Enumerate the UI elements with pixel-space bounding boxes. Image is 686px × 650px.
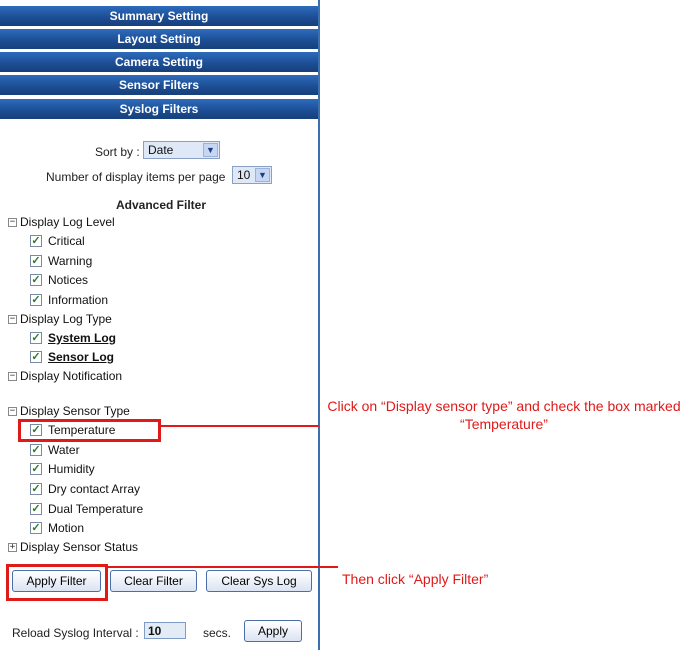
collapse-icon[interactable]: −	[8, 217, 17, 227]
collapse-icon[interactable]: −	[8, 314, 17, 324]
items-per-page-select[interactable]: 10 ▼	[232, 166, 272, 184]
checkbox-water[interactable]: ✓ Water	[30, 443, 80, 457]
callout-sensor-type: Click on “Display sensor type” and check…	[327, 398, 681, 432]
tab-camera-setting[interactable]: Camera Setting	[0, 52, 318, 73]
checkbox-label: Notices	[48, 273, 89, 287]
notification-group[interactable]: − Display Notification	[8, 369, 122, 383]
checkbox-checked-icon[interactable]: ✓	[30, 332, 42, 344]
tab-syslog-filters[interactable]: Syslog Filters	[0, 99, 318, 120]
checkbox-checked-icon[interactable]: ✓	[30, 444, 42, 456]
panel-border	[318, 0, 320, 650]
callout-line-sensor-type	[161, 425, 319, 427]
clear-sys-log-button[interactable]: Clear Sys Log	[206, 570, 312, 592]
checkbox-checked-icon[interactable]: ✓	[30, 274, 42, 286]
log-level-title: Display Log Level	[20, 215, 115, 229]
checkbox-information[interactable]: ✓ Information	[30, 293, 108, 307]
reload-interval-unit: secs.	[203, 626, 232, 640]
apply-button[interactable]: Apply	[244, 620, 302, 642]
checkbox-warning[interactable]: ✓ Warning	[30, 254, 92, 268]
callout-apply-filter: Then click “Apply Filter”	[342, 571, 489, 587]
checkbox-label[interactable]: Sensor Log	[48, 350, 114, 364]
sort-by-label: Sort by :	[95, 145, 140, 159]
expand-icon[interactable]: +	[8, 542, 17, 552]
tab-summary-setting[interactable]: Summary Setting	[0, 6, 318, 27]
checkbox-label: Water	[48, 443, 80, 457]
checkbox-label: Dry contact Array	[48, 482, 141, 496]
checkbox-checked-icon[interactable]: ✓	[30, 351, 42, 363]
checkbox-label: Motion	[48, 521, 85, 535]
checkbox-motion[interactable]: ✓ Motion	[30, 521, 84, 535]
log-type-title: Display Log Type	[20, 312, 112, 326]
items-per-page-value: 10	[237, 168, 251, 182]
tab-layout-setting[interactable]: Layout Setting	[0, 29, 318, 50]
advanced-filter-heading: Advanced Filter	[116, 198, 207, 212]
checkbox-label: Warning	[48, 254, 93, 268]
chevron-down-icon: ▼	[203, 143, 218, 157]
sensor-type-title: Display Sensor Type	[20, 404, 130, 418]
checkbox-dual-temperature[interactable]: ✓ Dual Temperature	[30, 502, 143, 516]
checkbox-checked-icon[interactable]: ✓	[30, 522, 42, 534]
checkbox-label: Critical	[48, 234, 85, 248]
checkbox-system-log[interactable]: ✓ System Log	[30, 331, 116, 345]
collapse-icon[interactable]: −	[8, 406, 17, 416]
checkbox-checked-icon[interactable]: ✓	[30, 294, 42, 306]
checkbox-critical[interactable]: ✓ Critical	[30, 234, 85, 248]
checkbox-checked-icon[interactable]: ✓	[30, 463, 42, 475]
highlight-apply-filter	[6, 564, 108, 601]
checkbox-dry-contact-array[interactable]: ✓ Dry contact Array	[30, 482, 140, 496]
checkbox-label: Dual Temperature	[48, 502, 144, 516]
checkbox-checked-icon[interactable]: ✓	[30, 483, 42, 495]
checkbox-checked-icon[interactable]: ✓	[30, 255, 42, 267]
checkbox-notices[interactable]: ✓ Notices	[30, 273, 88, 287]
notification-title: Display Notification	[20, 369, 123, 383]
checkbox-checked-icon[interactable]: ✓	[30, 503, 42, 515]
checkbox-humidity[interactable]: ✓ Humidity	[30, 462, 95, 476]
reload-interval-input[interactable]: 10	[144, 622, 186, 639]
checkbox-sensor-log[interactable]: ✓ Sensor Log	[30, 350, 114, 364]
sort-by-select[interactable]: Date ▼	[143, 141, 220, 159]
checkbox-checked-icon[interactable]: ✓	[30, 235, 42, 247]
sensor-status-title: Display Sensor Status	[20, 540, 139, 554]
callout-line-apply-filter	[108, 566, 338, 568]
reload-interval-label: Reload Syslog Interval :	[12, 626, 139, 640]
sensor-type-group[interactable]: − Display Sensor Type	[8, 404, 130, 418]
sensor-status-group[interactable]: + Display Sensor Status	[8, 540, 138, 554]
log-type-group[interactable]: − Display Log Type	[8, 312, 112, 326]
chevron-down-icon: ▼	[255, 168, 270, 182]
tab-sensor-filters[interactable]: Sensor Filters	[0, 75, 318, 96]
syslog-settings-panel: Summary Setting Layout Setting Camera Se…	[0, 0, 319, 650]
checkbox-label: Information	[48, 293, 109, 307]
log-level-group[interactable]: − Display Log Level	[8, 215, 115, 229]
highlight-temperature	[18, 419, 161, 442]
items-per-page-label: Number of display items per page	[46, 170, 226, 184]
checkbox-label[interactable]: System Log	[48, 331, 116, 345]
sort-by-value: Date	[148, 143, 174, 157]
clear-filter-button[interactable]: Clear Filter	[110, 570, 197, 592]
collapse-icon[interactable]: −	[8, 371, 17, 381]
checkbox-label: Humidity	[48, 462, 95, 476]
